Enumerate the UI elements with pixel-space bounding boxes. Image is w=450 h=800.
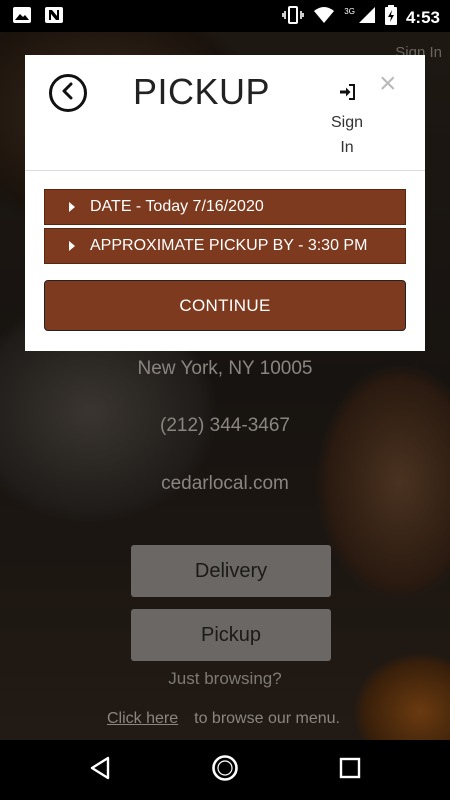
caret-right-icon xyxy=(69,241,75,251)
date-row[interactable]: DATE - Today 7/16/2020 xyxy=(44,189,406,225)
modal-header: PICKUP Sign In × xyxy=(25,55,425,171)
pickup-time-row-label: APPROXIMATE PICKUP BY - 3:30 PM xyxy=(90,237,368,254)
home-circle-icon xyxy=(211,754,239,787)
vibrate-icon xyxy=(282,6,305,29)
status-bar: 3G 4:53 xyxy=(0,0,450,32)
pickup-modal: PICKUP Sign In × DATE - Today 7/16/2020 … xyxy=(25,55,425,351)
click-here-link[interactable]: Click here xyxy=(107,710,178,727)
pickup-time-row[interactable]: APPROXIMATE PICKUP BY - 3:30 PM xyxy=(44,228,406,264)
browse-menu-text: to browse our menu. xyxy=(194,710,340,727)
pickup-button[interactable]: Pickup xyxy=(131,609,331,661)
network-type: 3G xyxy=(344,7,355,16)
browse-menu-row: Click here to browse our menu. xyxy=(107,710,340,728)
signin-label-line1: Sign xyxy=(330,114,364,131)
image-notification-icon xyxy=(12,6,32,29)
wifi-icon xyxy=(313,6,335,29)
address-text: New York, NY 10005 xyxy=(137,358,313,379)
signin-label-line2: In xyxy=(340,139,354,156)
recents-nav-button[interactable] xyxy=(335,755,365,785)
n-notification-icon xyxy=(44,6,64,29)
delivery-button[interactable]: Delivery xyxy=(131,545,331,597)
back-button[interactable] xyxy=(49,74,87,112)
continue-button[interactable]: CONTINUE xyxy=(44,280,406,331)
close-icon[interactable]: × xyxy=(379,69,397,99)
back-nav-button[interactable] xyxy=(85,755,115,785)
modal-title: PICKUP xyxy=(133,71,271,112)
clock: 4:53 xyxy=(405,7,440,27)
sign-in-icon xyxy=(327,83,367,108)
date-row-label: DATE - Today 7/16/2020 xyxy=(90,198,264,215)
signin-button[interactable]: Sign In xyxy=(327,83,367,160)
back-triangle-icon xyxy=(89,756,111,785)
caret-right-icon xyxy=(69,202,75,212)
battery-charging-icon xyxy=(384,5,397,30)
chevron-left-icon xyxy=(60,82,76,105)
home-nav-button[interactable] xyxy=(210,754,240,787)
signal-icon xyxy=(358,6,376,29)
phone-text[interactable]: (212) 344-3467 xyxy=(0,415,450,437)
browsing-prompt: Just browsing? xyxy=(168,669,282,688)
website-link[interactable]: cedarlocal.com xyxy=(0,473,450,495)
system-nav-bar xyxy=(0,740,450,800)
recents-square-icon xyxy=(339,757,361,784)
